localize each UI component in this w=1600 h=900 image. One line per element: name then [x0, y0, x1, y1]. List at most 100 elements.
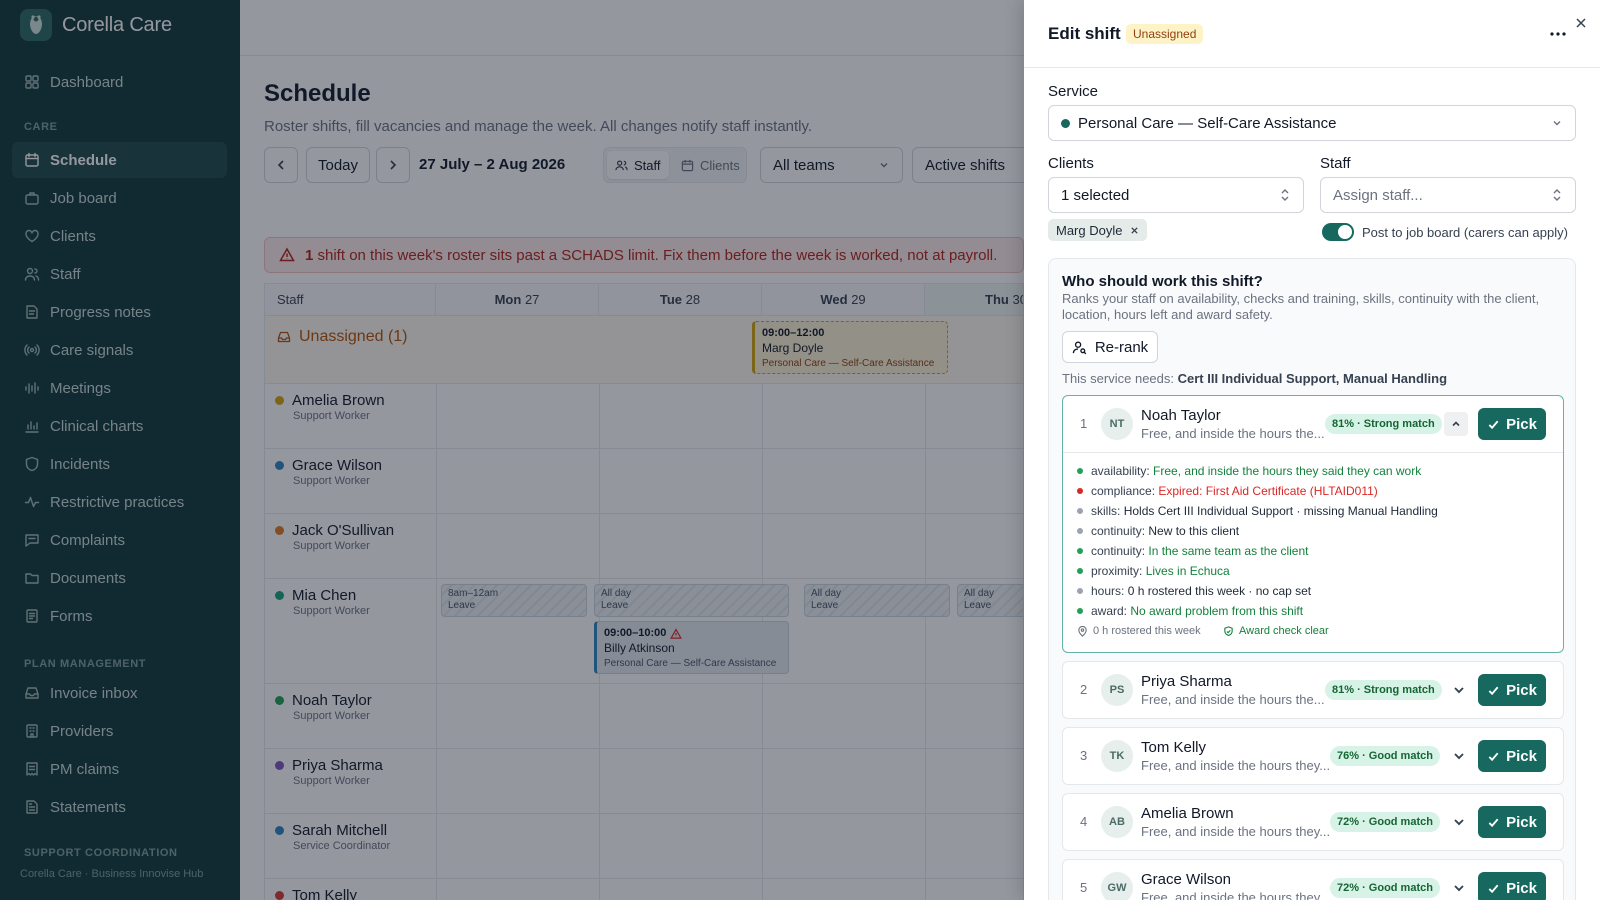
expand-button[interactable] — [1451, 814, 1469, 832]
modal-overlay[interactable] — [0, 0, 1024, 900]
rerank-button[interactable]: Re-rank — [1062, 331, 1158, 363]
match-badge: 72% · Good match — [1330, 878, 1440, 898]
foot-award: Award check clear — [1239, 625, 1329, 637]
rank-title: Who should work this shift? — [1062, 273, 1263, 290]
pick-button[interactable]: Pick — [1478, 408, 1546, 440]
match-factor: compliance: Expired: First Aid Certifica… — [1077, 484, 1378, 498]
status-badge: Unassigned — [1126, 24, 1204, 44]
check-icon — [1488, 818, 1499, 827]
user-search-icon — [1072, 340, 1087, 354]
candidate-summary: Free, and inside the hours they... — [1141, 758, 1331, 773]
factor-key: continuity: — [1091, 544, 1146, 558]
service-value: Personal Care — Self-Care Assistance — [1078, 114, 1337, 132]
factor-key: availability: — [1091, 464, 1150, 478]
candidate-name: Priya Sharma — [1141, 673, 1232, 690]
candidate-card[interactable]: 2 PS Priya Sharma Free, and inside the hour… — [1062, 661, 1564, 719]
chevron-down-icon — [1454, 753, 1464, 760]
match-badge: 81% · Strong match — [1325, 680, 1442, 700]
factor-key: award: — [1091, 604, 1128, 618]
match-factor: continuity: New to this client — [1077, 524, 1239, 538]
service-needs-value: Cert III Individual Support, Manual Hand… — [1177, 371, 1448, 386]
candidate-rank: 3 — [1080, 748, 1088, 763]
candidate-name: Grace Wilson — [1141, 871, 1232, 888]
match-factor: award: No award problem from this shift — [1077, 604, 1303, 618]
candidate-summary: Free, and inside the hours they... — [1141, 824, 1331, 839]
factor-dot — [1077, 508, 1083, 514]
candidate-card[interactable]: 4 AB Amelia Brown Free, and inside the hour… — [1062, 793, 1564, 851]
divider — [1063, 452, 1563, 453]
foot-hours: 0 h rostered this week — [1093, 625, 1201, 637]
match-factor: availability: Free, and inside the hours… — [1077, 464, 1421, 478]
clients-value: 1 selected — [1061, 186, 1130, 204]
clients-label: Clients — [1048, 155, 1094, 172]
service-value-wrap: Personal Care — Self-Care Assistance — [1061, 115, 1336, 132]
avatar: AB — [1101, 806, 1133, 838]
match-factor: skills: Holds Cert III Individual Suppor… — [1077, 504, 1438, 518]
factor-dot — [1077, 488, 1083, 494]
panel-title: Edit shift — [1048, 24, 1121, 43]
edit-shift-panel: Edit shift Unassigned Service Personal C… — [1024, 0, 1600, 900]
candidate-rank: 2 — [1080, 682, 1088, 697]
match-factor: proximity: Lives in Echuca — [1077, 564, 1230, 578]
pick-label: Pick — [1506, 813, 1537, 831]
candidate-summary: Free, and inside the hours the... — [1141, 692, 1325, 707]
expand-button[interactable] — [1451, 880, 1469, 898]
factor-dot — [1077, 528, 1083, 534]
candidate-rank: 1 — [1080, 416, 1088, 431]
award-check-note: Award check clear — [1223, 625, 1329, 637]
chevron-up-down-icon — [1553, 189, 1561, 201]
pick-button[interactable]: Pick — [1478, 872, 1546, 900]
expand-button[interactable] — [1451, 682, 1469, 700]
candidate-name: Tom Kelly — [1141, 739, 1207, 756]
candidate-name: Amelia Brown — [1141, 805, 1234, 822]
check-icon — [1488, 752, 1499, 761]
collapse-button[interactable] — [1444, 412, 1468, 436]
close-button[interactable] — [1574, 16, 1590, 32]
candidate-card[interactable]: 3 TK Tom Kelly Free, and inside the hours t… — [1062, 727, 1564, 785]
expand-button[interactable] — [1451, 748, 1469, 766]
avatar: TK — [1101, 740, 1133, 772]
rank-description: Ranks your staff on availability, checks… — [1062, 291, 1540, 322]
factor-dot — [1077, 548, 1083, 554]
service-needs-prefix: This service needs: — [1062, 371, 1178, 386]
avatar: NT — [1101, 408, 1133, 440]
pick-button[interactable]: Pick — [1478, 740, 1546, 772]
toggle-knob — [1338, 225, 1352, 239]
factor-value: 0 h rostered this week · no cap set — [1127, 584, 1312, 598]
avatar: PS — [1101, 674, 1133, 706]
match-factor: continuity: In the same team as the clie… — [1077, 544, 1308, 558]
candidate-card[interactable]: 5 GW Grace Wilson Free, and inside the hour… — [1062, 859, 1564, 900]
factor-dot — [1077, 468, 1083, 474]
staff-select[interactable]: Assign staff... — [1320, 177, 1576, 213]
service-select[interactable]: Personal Care — Self-Care Assistance — [1048, 105, 1576, 141]
candidate-card[interactable]: 1 NT Noah Taylor Free, and inside the hours… — [1062, 395, 1564, 653]
staff-label: Staff — [1320, 155, 1351, 172]
factor-value: Lives in Echuca — [1145, 564, 1230, 578]
recommendation-box: Who should work this shift? Ranks your s… — [1048, 258, 1576, 900]
factor-key: skills: — [1091, 504, 1121, 518]
remove-chip-icon[interactable] — [1130, 226, 1139, 235]
clients-select[interactable]: 1 selected — [1048, 177, 1304, 213]
factor-dot — [1077, 588, 1083, 594]
more-options-button[interactable] — [1548, 26, 1568, 42]
factor-key: proximity: — [1091, 564, 1143, 578]
pick-button[interactable]: Pick — [1478, 674, 1546, 706]
pick-button[interactable]: Pick — [1478, 806, 1546, 838]
factor-value: In the same team as the client — [1148, 544, 1309, 558]
match-badge: 76% · Good match — [1330, 746, 1440, 766]
pick-label: Pick — [1506, 747, 1537, 765]
rerank-label: Re-rank — [1094, 338, 1149, 356]
candidate-summary: Free, and inside the hours they... — [1141, 890, 1331, 900]
factor-key: compliance: — [1091, 484, 1156, 498]
match-badge: 72% · Good match — [1330, 812, 1440, 832]
factor-value: New to this client — [1148, 524, 1240, 538]
client-chip: Marg Doyle — [1048, 219, 1148, 241]
chevron-up-down-icon — [1281, 189, 1289, 201]
factor-dot — [1077, 568, 1083, 574]
match-factor: hours: 0 h rostered this week · no cap s… — [1077, 584, 1311, 598]
location-icon — [1078, 625, 1087, 637]
factor-dot — [1077, 608, 1083, 614]
staff-placeholder: Assign staff... — [1333, 186, 1423, 204]
job-board-toggle[interactable] — [1322, 223, 1354, 241]
factor-value: Free, and inside the hours they said the… — [1153, 464, 1422, 478]
